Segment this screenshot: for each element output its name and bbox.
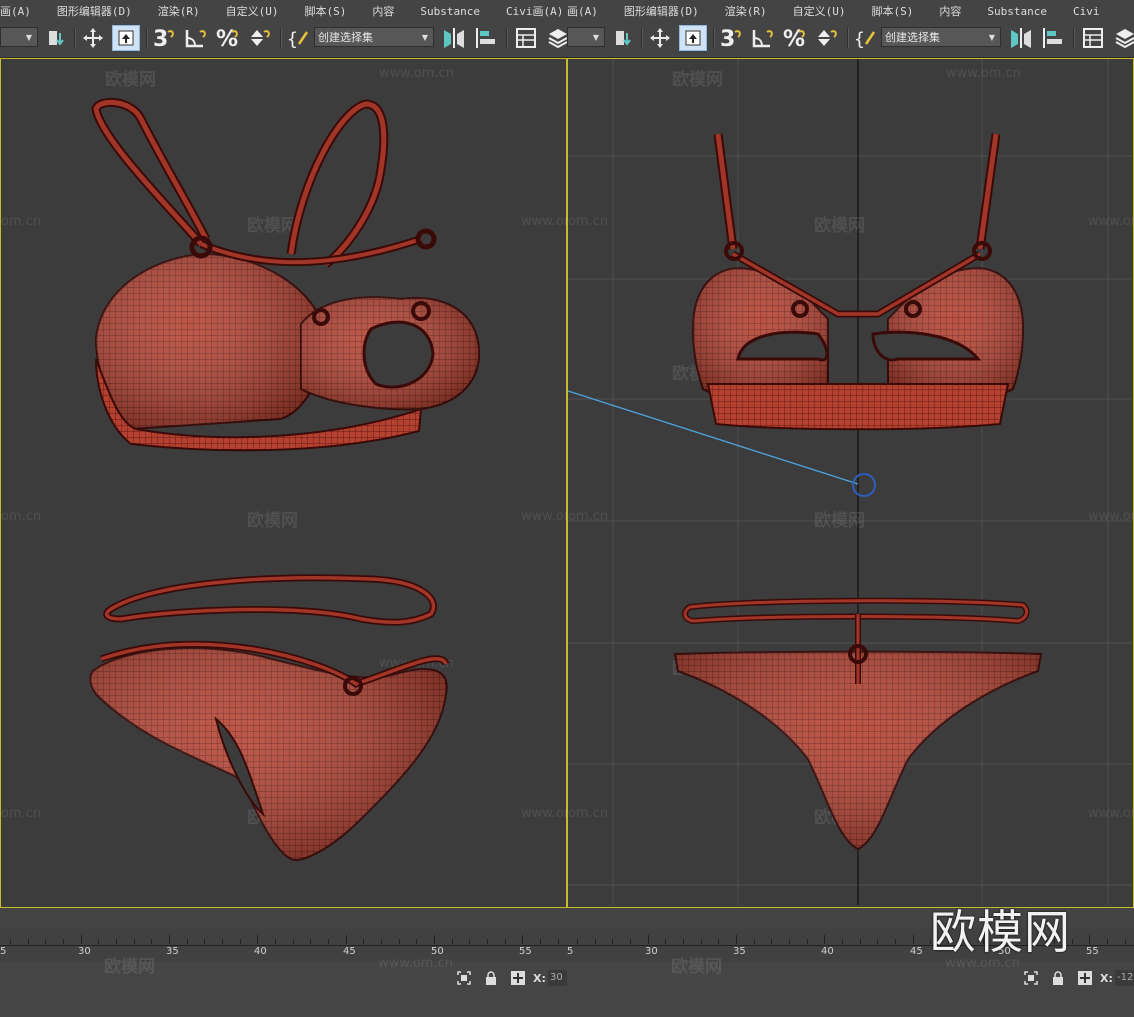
named-selection-sets-dropdown[interactable]: 创建选择集 ▼ bbox=[881, 27, 1001, 47]
selection-filter-dropdown[interactable]: ▼ bbox=[0, 27, 38, 47]
scene-explorer-icon[interactable] bbox=[512, 25, 540, 51]
timeline-label: 30 bbox=[645, 946, 658, 957]
timeline-label: 45 bbox=[910, 946, 923, 957]
move-icon[interactable] bbox=[647, 25, 673, 51]
front-viewport[interactable]: 欧模网 www.om.cn om.cn 欧模网 www.om.cn 欧模网 ww… bbox=[567, 58, 1134, 908]
status-bar: 欧模网 www.om.cn X: 30 bbox=[0, 956, 567, 1017]
named-selection-placeholder: 创建选择集 bbox=[885, 31, 940, 44]
menu-substance[interactable]: Substance bbox=[973, 2, 1059, 20]
timeline-label: 45 bbox=[343, 946, 356, 957]
align-icon[interactable] bbox=[472, 25, 500, 51]
align-icon[interactable] bbox=[1039, 25, 1067, 51]
absolute-mode-icon[interactable] bbox=[1077, 970, 1093, 986]
move-icon[interactable] bbox=[80, 25, 106, 51]
svg-text:3: 3 bbox=[153, 27, 168, 50]
menu-bar: 画(A) 图形编辑器(D) 渲染(R) 自定义(U) 脚本(S) 内容 Substance C… bbox=[567, 0, 1134, 20]
isolate-selection-icon[interactable] bbox=[456, 970, 472, 986]
timeline-label: 5 bbox=[567, 946, 574, 957]
status-bar: 欧模网 www.om.cn X: -12 bbox=[567, 956, 1134, 1017]
watermark-brand: 欧模网 bbox=[671, 957, 722, 977]
timeline-label: 35 bbox=[733, 946, 746, 957]
menu-animation[interactable]: 画(A) bbox=[567, 2, 610, 20]
angle-snap-icon[interactable] bbox=[182, 25, 210, 51]
timeline-label: 55 bbox=[519, 946, 532, 957]
menu-civil[interactable]: Civi画(A) bbox=[492, 2, 567, 20]
menu-graph-editors[interactable]: 图形编辑器(D) bbox=[610, 2, 711, 20]
scene-explorer-icon[interactable] bbox=[1079, 25, 1107, 51]
menu-customize[interactable]: 自定义(U) bbox=[779, 2, 858, 20]
menu-customize[interactable]: 自定义(U) bbox=[212, 2, 291, 20]
watermark-brand: 欧模网 bbox=[104, 957, 155, 977]
selection-filter-dropdown[interactable]: ▼ bbox=[567, 27, 605, 47]
window-right: 画(A) 图形编辑器(D) 渲染(R) 自定义(U) 脚本(S) 内容 Substance C… bbox=[567, 0, 1134, 1017]
menu-content[interactable]: 内容 bbox=[925, 2, 973, 20]
menu-bar: 画(A) 图形编辑器(D) 渲染(R) 自定义(U) 脚本(S) 内容 Substance C… bbox=[0, 0, 567, 20]
percent-snap-icon[interactable]: % bbox=[214, 25, 242, 51]
timeline-label: 40 bbox=[821, 946, 834, 957]
timeline-label: 5 bbox=[0, 946, 7, 957]
named-selection-placeholder: 创建选择集 bbox=[318, 31, 373, 44]
watermark-url: www.om.cn bbox=[378, 956, 453, 971]
spinner-snap-icon[interactable] bbox=[246, 25, 274, 51]
x-coord-label: X: bbox=[1100, 972, 1113, 985]
watermark-logo: 欧模网 bbox=[930, 905, 1071, 959]
edit-named-selection-icon[interactable]: { bbox=[286, 25, 314, 51]
main-toolbar: ▼ 3 % { 创建选择集 ▼ bbox=[567, 20, 1134, 58]
menu-scripting[interactable]: 脚本(S) bbox=[858, 2, 926, 20]
x-coord-field[interactable]: -12 bbox=[1115, 970, 1134, 986]
spinner-snap-icon[interactable] bbox=[813, 25, 841, 51]
front-model bbox=[568, 133, 1043, 851]
layer-explorer-icon[interactable] bbox=[544, 25, 567, 51]
x-coord-field[interactable]: 30 bbox=[548, 970, 567, 986]
menu-graph-editors[interactable]: 图形编辑器(D) bbox=[43, 2, 144, 20]
mirror-icon[interactable] bbox=[1007, 25, 1035, 51]
select-and-link-icon[interactable] bbox=[611, 25, 637, 51]
main-toolbar: ▼ 3 % { 创建选择集 ▼ bbox=[0, 20, 567, 58]
pivot-gizmo bbox=[852, 473, 876, 497]
menu-substance[interactable]: Substance bbox=[406, 2, 492, 20]
select-and-link-icon[interactable] bbox=[44, 25, 70, 51]
select-object-icon[interactable] bbox=[112, 25, 140, 51]
menu-scripting[interactable]: 脚本(S) bbox=[291, 2, 359, 20]
svg-text:{: { bbox=[287, 29, 298, 50]
snap-3-icon[interactable]: 3 bbox=[717, 25, 745, 51]
layer-explorer-icon[interactable] bbox=[1111, 25, 1134, 51]
timeline-label: 30 bbox=[78, 946, 91, 957]
menu-rendering[interactable]: 渲染(R) bbox=[711, 2, 779, 20]
named-selection-sets-dropdown[interactable]: 创建选择集 ▼ bbox=[314, 27, 434, 47]
select-object-icon[interactable] bbox=[679, 25, 707, 51]
isolate-selection-icon[interactable] bbox=[1023, 970, 1039, 986]
snap-3-icon[interactable]: 3 bbox=[150, 25, 178, 51]
timeline-label: 55 bbox=[1086, 946, 1099, 957]
perspective-model bbox=[89, 97, 481, 861]
timeline-label: 40 bbox=[254, 946, 267, 957]
menu-civil[interactable]: Civi bbox=[1059, 2, 1112, 20]
timeline-ruler bbox=[0, 935, 567, 946]
mirror-icon[interactable] bbox=[440, 25, 468, 51]
absolute-mode-icon[interactable] bbox=[510, 970, 526, 986]
angle-snap-icon[interactable] bbox=[749, 25, 777, 51]
perspective-viewport[interactable]: 欧模网 www.om.cn om.cn 欧模网 www.om.cn 欧模网 ww… bbox=[0, 58, 567, 908]
lock-icon[interactable] bbox=[1050, 970, 1066, 986]
menu-rendering[interactable]: 渲染(R) bbox=[144, 2, 212, 20]
time-slider[interactable]: 5 30 35 40 45 50 55 bbox=[0, 928, 567, 962]
menu-content[interactable]: 内容 bbox=[358, 2, 406, 20]
timeline-label: 35 bbox=[166, 946, 179, 957]
menu-animation[interactable]: 画(A) bbox=[0, 2, 43, 20]
window-left: 画(A) 图形编辑器(D) 渲染(R) 自定义(U) 脚本(S) 内容 Substance C… bbox=[0, 0, 567, 1017]
svg-text:3: 3 bbox=[720, 27, 735, 50]
edit-named-selection-icon[interactable]: { bbox=[853, 25, 881, 51]
percent-snap-icon[interactable]: % bbox=[781, 25, 809, 51]
lock-icon[interactable] bbox=[483, 970, 499, 986]
x-coord-label: X: bbox=[533, 972, 546, 985]
svg-text:{: { bbox=[854, 29, 865, 50]
